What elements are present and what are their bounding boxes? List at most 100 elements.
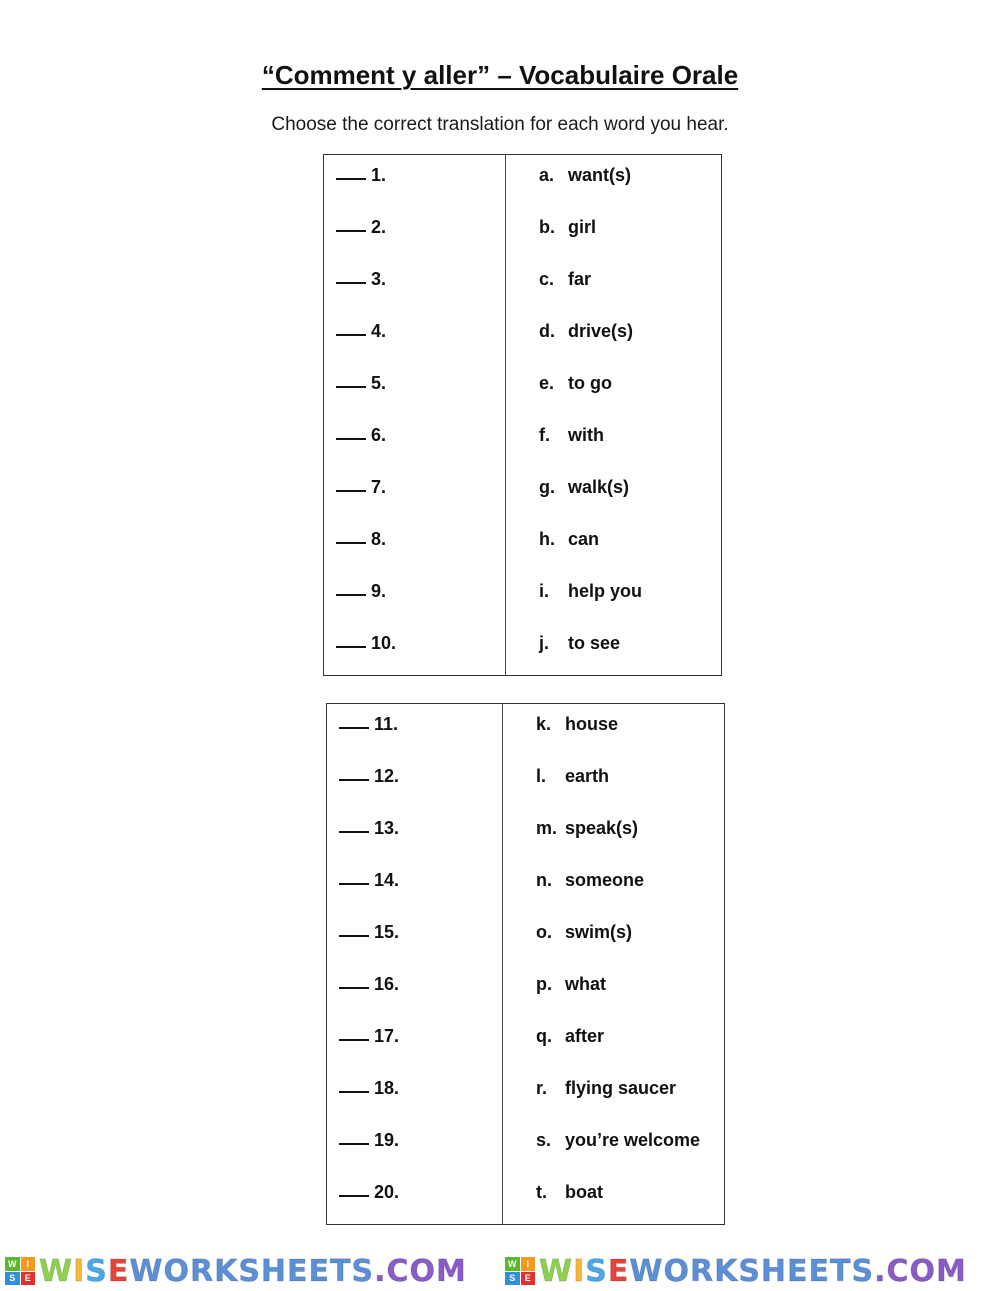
option-text: girl [568,217,597,237]
option-letter: o. [536,922,552,942]
option-letter: s. [536,1130,552,1150]
logo-tile: E [20,1271,35,1285]
answer-blank[interactable] [336,163,366,180]
answer-option: j. to see [539,631,620,655]
option-text: boat [565,1182,603,1202]
answer-blank[interactable] [339,1024,369,1041]
logo-tile: S [505,1271,520,1285]
answer-blank[interactable] [339,868,369,885]
question-item: 18. [339,1076,399,1100]
option-text: drive(s) [568,321,634,341]
question-item: 10. [336,631,396,655]
footer-watermark: W I S E WISEWORKSHEETS.COM W I S E WISEWORKSHEET… [0,1253,1000,1289]
option-letter: a. [539,165,555,185]
question-number: 13. [374,818,400,838]
instructions: Choose the correct translation for each … [271,114,729,135]
logo-segment: W [38,1253,74,1289]
answer-option: h. can [539,527,599,551]
answer-blank[interactable] [336,423,366,440]
answer-blank[interactable] [339,972,369,989]
answer-blank[interactable] [336,267,366,284]
option-letter: e. [539,373,555,393]
question-item: 14. [339,868,399,892]
logo-segment: WORKSHEETS [129,1253,375,1289]
answer-blank[interactable] [339,712,369,729]
option-letter: d. [539,321,555,341]
question-number: 20. [374,1182,400,1202]
option-text: you’re welcome [565,1130,701,1150]
logo-wordmark: WISEWORKSHEETS.COM [38,1253,467,1289]
question-item: 6. [336,423,386,447]
answer-blank[interactable] [339,764,369,781]
answer-blank[interactable] [336,527,366,544]
answer-option: m. speak(s) [536,816,638,840]
question-item: 13. [339,816,399,840]
answer-option: p. what [536,972,606,996]
option-text: what [565,974,607,994]
question-number: 16. [374,974,400,994]
question-item: 9. [336,579,386,603]
question-item: 20. [339,1180,399,1204]
answer-option: l. earth [536,764,609,788]
logo-tile: E [520,1271,535,1285]
answer-option: t. boat [536,1180,603,1204]
answer-blank[interactable] [339,1076,369,1093]
answer-option: k. house [536,712,618,736]
question-number: 4. [371,321,387,341]
option-letter: h. [539,529,555,549]
answer-blank[interactable] [336,579,366,596]
option-letter: p. [536,974,552,994]
option-letter: m. [536,818,558,838]
logo-segment: I [73,1253,86,1289]
option-letter: j. [539,633,550,653]
matching-table-2: 11. 12. 13. 14. 15. 16. 17. 18. 19. 20. k. house l.… [326,703,725,1225]
option-text: with [568,425,604,445]
logo-segment: W [538,1253,574,1289]
logo-segment: S [85,1253,108,1289]
answer-blank[interactable] [339,1128,369,1145]
answer-blank[interactable] [336,631,366,648]
answer-blank[interactable] [336,475,366,492]
question-number: 1. [371,165,387,185]
matching-table-1: 1. 2. 3. 4. 5. 6. 7. 8. 9. 10. a. want(s) b. girl c. f… [323,154,722,676]
answer-column: k. house l. earth m. speak(s) n. someone o. swim(… [503,704,724,1224]
answer-blank[interactable] [339,816,369,833]
question-item: 2. [336,215,386,239]
question-number: 19. [374,1130,400,1150]
question-item: 17. [339,1024,399,1048]
option-text: can [568,529,600,549]
answer-blank[interactable] [336,371,366,388]
option-letter: q. [536,1026,552,1046]
option-text: earth [565,766,610,786]
option-text: swim(s) [565,922,633,942]
question-number: 10. [371,633,397,653]
logo-icon: WISE [5,1257,35,1285]
question-item: 16. [339,972,399,996]
option-text: after [565,1026,605,1046]
logo-tile: I [20,1257,35,1271]
answer-option: b. girl [539,215,596,239]
answer-option: s. you’re welcome [536,1128,700,1152]
option-text: far [568,269,592,289]
option-letter: i. [539,581,550,601]
option-text: help you [568,581,643,601]
answer-blank[interactable] [339,1180,369,1197]
answer-column: a. want(s) b. girl c. far d. drive(s) e. to go f. w… [506,155,721,675]
option-letter: t. [536,1182,547,1202]
worksheet-title: “Comment y aller” – Vocabulaire Orale [261,60,739,90]
option-letter: n. [536,870,552,890]
logo-tile: W [505,1257,520,1271]
option-letter: f. [539,425,550,445]
wiseworksheets-logo: W I S E WISEWORKSHEETS.COM [0,1253,500,1289]
logo-segment: E [107,1253,130,1289]
logo-segment: S [585,1253,608,1289]
question-item: 5. [336,371,386,395]
answer-blank[interactable] [336,319,366,336]
answer-blank[interactable] [336,215,366,232]
question-item: 8. [336,527,386,551]
question-number: 18. [374,1078,400,1098]
option-text: speak(s) [565,818,639,838]
answer-blank[interactable] [339,920,369,937]
question-number: 7. [371,477,387,497]
answer-option: e. to go [539,371,612,395]
